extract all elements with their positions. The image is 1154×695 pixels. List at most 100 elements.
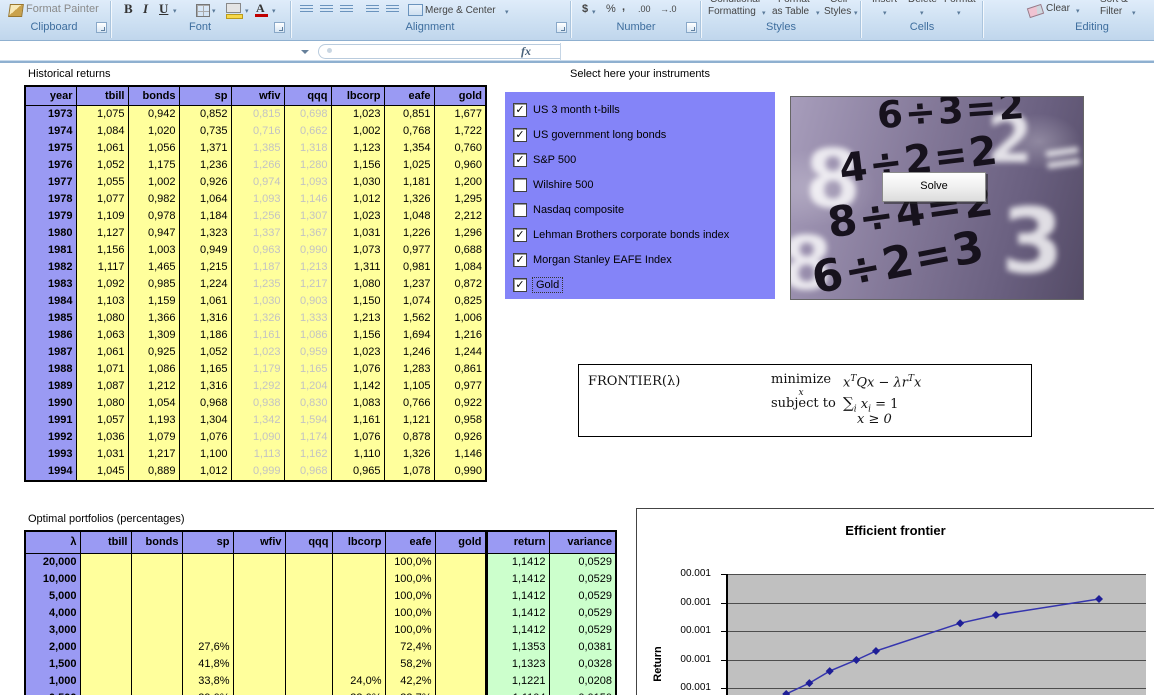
cell[interactable] (332, 656, 385, 673)
insert-cells-button[interactable]: Insert (872, 0, 897, 5)
cell[interactable]: 1,295 (434, 191, 486, 208)
cell[interactable]: 1,326 (231, 310, 284, 327)
cell[interactable]: 1,031 (76, 446, 128, 463)
cell[interactable]: 0,766 (384, 395, 434, 412)
cell[interactable]: 0,978 (128, 208, 179, 225)
cell[interactable]: 1,162 (284, 446, 331, 463)
clear-button[interactable]: Clear (1046, 3, 1070, 14)
cell[interactable] (332, 571, 385, 588)
instrument-label[interactable]: US government long bonds (533, 129, 666, 141)
cell[interactable]: 0,942 (128, 106, 179, 124)
align-left-icon[interactable] (300, 5, 313, 14)
cell[interactable]: 1,181 (384, 174, 434, 191)
cell[interactable]: 100,0% (385, 622, 435, 639)
cell[interactable]: 1983 (25, 276, 76, 293)
cell[interactable]: 1,1412 (486, 622, 549, 639)
cell[interactable] (285, 656, 332, 673)
cell[interactable]: 0,662 (284, 123, 331, 140)
borders-icon[interactable] (196, 4, 210, 17)
cell[interactable]: 1,165 (179, 361, 231, 378)
increase-decimal-button[interactable]: .00 (638, 4, 651, 14)
column-header-bonds[interactable]: bonds (128, 86, 179, 106)
cell[interactable]: 1994 (25, 463, 76, 481)
column-header-return[interactable]: return (486, 531, 549, 554)
cell[interactable]: 1,156 (331, 327, 384, 344)
cell[interactable]: 1,012 (179, 463, 231, 481)
cell[interactable]: 1,073 (331, 242, 384, 259)
cell[interactable]: 1,187 (231, 259, 284, 276)
cell[interactable]: 1,500 (25, 656, 80, 673)
cell[interactable] (435, 622, 486, 639)
cell[interactable]: 1,323 (179, 225, 231, 242)
column-header-lbcorp[interactable]: lbcorp (331, 86, 384, 106)
column-header-bonds[interactable]: bonds (131, 531, 182, 554)
efficient-frontier-chart[interactable]: Efficient frontier Return 00.00100.00100… (636, 508, 1154, 695)
align-center-icon[interactable] (320, 5, 333, 14)
cell[interactable]: 0,735 (179, 123, 231, 140)
cell[interactable]: 1,200 (434, 174, 486, 191)
cell[interactable]: 1,465 (128, 259, 179, 276)
cell[interactable]: 0,949 (179, 242, 231, 259)
cell[interactable]: 1,193 (128, 412, 179, 429)
cell[interactable]: 1,311 (331, 259, 384, 276)
cell[interactable]: 1,326 (384, 446, 434, 463)
cell[interactable]: 0,959 (284, 344, 331, 361)
cell[interactable] (131, 622, 182, 639)
cell[interactable]: 1,722 (434, 123, 486, 140)
cell[interactable]: 33,7% (385, 690, 435, 695)
cell[interactable]: 1,342 (231, 412, 284, 429)
cell[interactable]: 1,256 (231, 208, 284, 225)
cell[interactable] (80, 571, 131, 588)
cell[interactable]: 1,045 (76, 463, 128, 481)
cell[interactable]: 1,224 (179, 276, 231, 293)
cell[interactable]: 1,280 (284, 157, 331, 174)
cell[interactable]: 0,0208 (549, 673, 616, 690)
cell[interactable]: 1,036 (76, 429, 128, 446)
cell[interactable]: 1,156 (76, 242, 128, 259)
cell[interactable]: 1,061 (76, 140, 128, 157)
cell[interactable] (435, 656, 486, 673)
cell[interactable]: 0,926 (434, 429, 486, 446)
cell[interactable]: 1,000 (25, 673, 80, 690)
cell[interactable]: 1,127 (76, 225, 128, 242)
cell[interactable]: 0,968 (179, 395, 231, 412)
cell[interactable] (80, 622, 131, 639)
conditional-formatting-button-line2[interactable]: Formatting (708, 6, 756, 17)
increase-indent-icon[interactable] (386, 5, 399, 14)
cell[interactable]: 1,1412 (486, 605, 549, 622)
column-header-sp[interactable]: sp (182, 531, 233, 554)
cell[interactable]: 1,020 (128, 123, 179, 140)
cell[interactable]: 0,815 (231, 106, 284, 124)
cell[interactable]: 1,316 (179, 310, 231, 327)
cell[interactable]: 1,023 (231, 344, 284, 361)
cell[interactable]: 4,000 (25, 605, 80, 622)
cell[interactable]: 1,333 (284, 310, 331, 327)
cell[interactable]: 1,266 (231, 157, 284, 174)
checkbox-checked[interactable]: ✓ (513, 103, 527, 117)
cell[interactable]: 1,186 (179, 327, 231, 344)
cell[interactable]: 20,000 (25, 554, 80, 572)
column-header-eafe[interactable]: eafe (384, 86, 434, 106)
historical-returns-table[interactable]: yeartbillbondsspwfivqqqlbcorpeafegold197… (24, 85, 487, 482)
cell[interactable]: 0,0529 (549, 605, 616, 622)
cell[interactable]: 0,825 (434, 293, 486, 310)
column-header-gold[interactable]: gold (434, 86, 486, 106)
cell[interactable]: 1,677 (434, 106, 486, 124)
formula-input[interactable] (562, 43, 1154, 60)
cell[interactable] (233, 622, 285, 639)
cell[interactable]: 0,0529 (549, 588, 616, 605)
cell[interactable]: 1,030 (331, 174, 384, 191)
cell[interactable]: 100,0% (385, 588, 435, 605)
cell[interactable]: 1,023 (331, 106, 384, 124)
cell[interactable]: 1978 (25, 191, 76, 208)
cell[interactable] (131, 656, 182, 673)
cell[interactable]: 1,123 (331, 140, 384, 157)
cell[interactable]: 1,113 (231, 446, 284, 463)
cell[interactable] (285, 554, 332, 572)
cell[interactable]: 1,084 (434, 259, 486, 276)
cell[interactable] (435, 690, 486, 695)
cell[interactable]: 1,084 (76, 123, 128, 140)
merge-center-dropdown-icon[interactable]: ▾ (505, 8, 509, 16)
cell[interactable] (285, 639, 332, 656)
instrument-label[interactable]: Morgan Stanley EAFE Index (533, 254, 672, 266)
